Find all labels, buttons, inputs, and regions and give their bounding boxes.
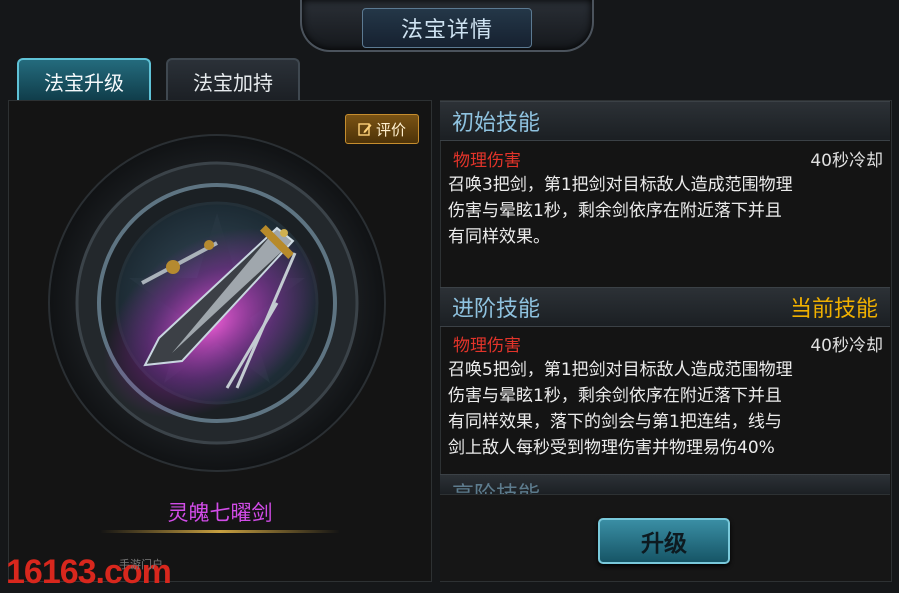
site-watermark-sub: 手游门户: [119, 558, 163, 571]
cooldown-initial: 40秒冷却: [810, 151, 883, 171]
description-line: 伤害与晕眩1秒，剩余剑依序在附近落下并且: [448, 201, 782, 221]
skill-description-advanced: 召唤5把剑，第1把剑对目标敌人造成范围物理 伤害与晕眩1秒，剩余剑依序在附近落下…: [448, 357, 888, 461]
skill-type-advanced: 物理伤害: [453, 336, 521, 356]
page-title: 法宝详情: [362, 8, 532, 48]
description-line: 有同样效果。: [448, 227, 550, 247]
description-line: 剑上敌人每秒受到物理伤害并物理易伤40%: [448, 438, 775, 458]
description-line: 伤害与晕眩1秒，剩余剑依序在附近落下并且: [448, 386, 782, 406]
treasure-disk-image: [48, 134, 386, 472]
current-skill-badge: 当前技能: [789, 297, 878, 322]
cooldown-advanced: 40秒冷却: [810, 336, 883, 356]
section-advanced-skill-title: 进阶技能: [452, 297, 541, 322]
tab-upgrade[interactable]: 法宝升级: [17, 58, 151, 102]
section-initial-skill-title: 初始技能: [452, 111, 541, 136]
section-high-skill-header: 高阶技能: [440, 474, 890, 496]
skill-description-initial: 召唤3把剑，第1把剑对目标敌人造成范围物理 伤害与晕眩1秒，剩余剑依序在附近落下…: [448, 172, 888, 250]
section-advanced-skill-header: 进阶技能 当前技能: [440, 287, 890, 327]
description-line: 召唤3把剑，第1把剑对目标敌人造成范围物理: [448, 175, 793, 195]
skill-type-initial: 物理伤害: [453, 151, 521, 171]
description-line: 有同样效果，落下的剑会与第1把连结，线与: [448, 412, 782, 432]
description-line: 召唤5把剑，第1把剑对目标敌人造成范围物理: [448, 360, 793, 380]
treasure-name: 灵魄七曜剑: [167, 501, 273, 525]
name-underline: [100, 530, 340, 533]
section-initial-skill-header: 初始技能: [440, 101, 890, 141]
tab-enhance[interactable]: 法宝加持: [166, 58, 300, 102]
upgrade-button[interactable]: 升级: [598, 518, 730, 564]
